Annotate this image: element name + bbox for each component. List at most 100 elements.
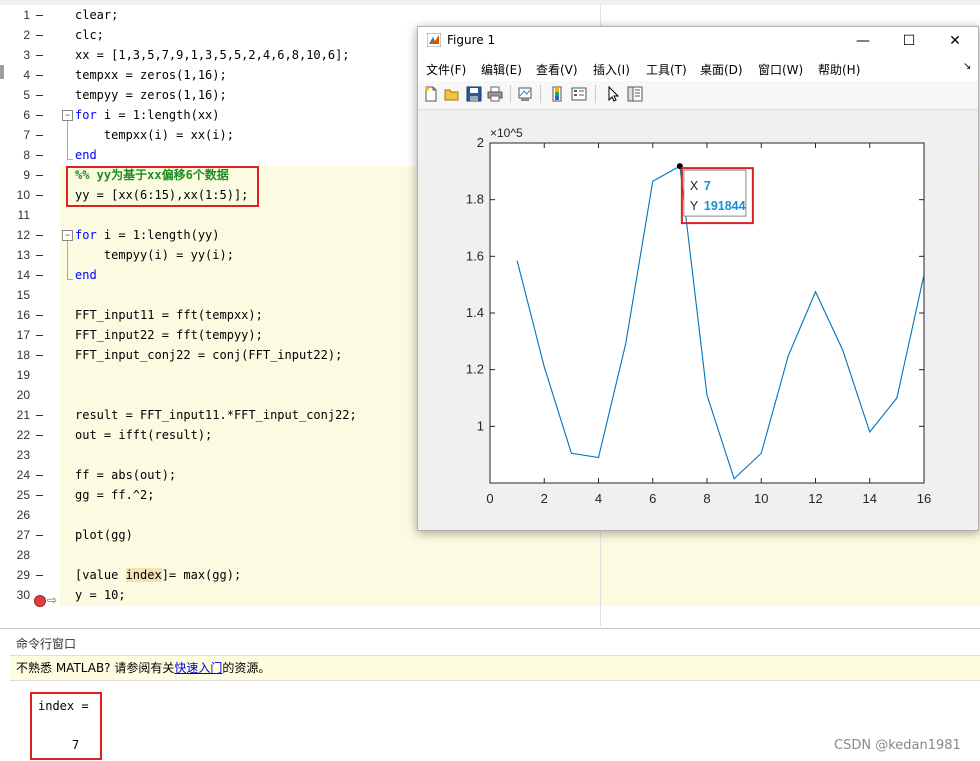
menu-view[interactable]: 查看(V)	[536, 61, 578, 78]
code-text[interactable]: y = 10;	[75, 585, 126, 605]
code-text[interactable]: xx = [1,3,5,7,9,1,3,5,5,2,4,6,8,10,6];	[75, 45, 350, 65]
property-inspector-icon[interactable]	[626, 85, 644, 103]
legend-icon[interactable]	[570, 85, 588, 103]
code-text[interactable]: ff = abs(out);	[75, 465, 176, 485]
line-number[interactable]: 30	[10, 585, 30, 605]
line-number[interactable]: 21	[10, 405, 30, 425]
code-fragment: clear;	[75, 8, 119, 22]
line-number[interactable]: 3	[10, 45, 30, 65]
menu-edit[interactable]: 编辑(E)	[481, 61, 522, 78]
code-line[interactable]: 1 clear;	[0, 5, 980, 25]
data-point[interactable]	[787, 354, 790, 357]
line-number[interactable]: 26	[10, 505, 30, 525]
menu-dock-icon[interactable]: ↘	[963, 61, 971, 72]
menu-insert[interactable]: 插入(I)	[593, 61, 630, 78]
code-text[interactable]: clear;	[75, 5, 118, 25]
line-number[interactable]: 4	[10, 65, 30, 85]
menu-window[interactable]: 窗口(W)	[758, 61, 803, 78]
line-number[interactable]: 11	[10, 205, 30, 225]
line-number[interactable]: 13	[10, 245, 30, 265]
line-number[interactable]: 25	[10, 485, 30, 505]
data-point[interactable]	[760, 452, 763, 455]
line-number[interactable]: 20	[10, 385, 30, 405]
code-text[interactable]: end	[75, 265, 97, 285]
line-number[interactable]: 1	[10, 5, 30, 25]
menu-file[interactable]: 文件(F)	[426, 61, 466, 78]
line-number[interactable]: 14	[10, 265, 30, 285]
figure-window[interactable]: Figure 1 — ☐ ✕ 文件(F) 编辑(E) 查看(V) 插入(I) 工…	[417, 26, 979, 531]
fold-toggle-icon[interactable]: −	[62, 230, 73, 241]
data-point[interactable]	[733, 477, 736, 480]
line-number[interactable]: 18	[10, 345, 30, 365]
figure-titlebar[interactable]: Figure 1 — ☐ ✕	[418, 27, 978, 55]
code-text[interactable]: tempyy = zeros(1,16);	[75, 85, 227, 105]
minimize-button[interactable]: —	[840, 27, 886, 55]
line-number[interactable]: 10	[10, 185, 30, 205]
code-text[interactable]: [value index]= max(gg);	[75, 565, 241, 585]
colorbar-icon[interactable]	[548, 85, 566, 103]
data-point[interactable]	[570, 452, 573, 455]
line-number[interactable]: 22	[10, 425, 30, 445]
code-text[interactable]: plot(gg)	[75, 525, 133, 545]
save-icon[interactable]	[465, 85, 483, 103]
line-number[interactable]: 17	[10, 325, 30, 345]
data-point[interactable]	[706, 394, 709, 397]
data-point[interactable]	[895, 397, 898, 400]
print-icon[interactable]	[486, 85, 504, 103]
menu-desktop[interactable]: 桌面(D)	[700, 61, 743, 78]
code-text[interactable]: FFT_input22 = fft(tempyy);	[75, 325, 263, 345]
data-point[interactable]	[814, 290, 817, 293]
code-text[interactable]: for i = 1:length(xx)	[75, 105, 220, 125]
maximize-button[interactable]: ☐	[886, 27, 932, 55]
menu-help[interactable]: 帮助(H)	[818, 61, 860, 78]
open-file-icon[interactable]	[443, 85, 461, 103]
link-plot-icon[interactable]	[516, 85, 534, 103]
code-line[interactable]: 29 [value index]= max(gg);	[0, 565, 980, 585]
code-text[interactable]: result = FFT_input11.*FFT_input_conj22;	[75, 405, 357, 425]
code-text[interactable]: tempxx(i) = xx(i);	[75, 125, 234, 145]
line-number[interactable]: 12	[10, 225, 30, 245]
pointer-icon[interactable]	[604, 85, 622, 103]
data-point[interactable]	[651, 180, 654, 183]
figure-canvas[interactable]: 0 2 4 6 8 10 12 14 16 1 1.2 1.4 1.6 1.8 2 ×10^5 X 7 Y 19184…	[418, 110, 978, 530]
data-point[interactable]	[516, 259, 519, 262]
fold-toggle-icon[interactable]: −	[62, 110, 73, 121]
line-number[interactable]: 19	[10, 365, 30, 385]
code-text[interactable]: tempyy(i) = yy(i);	[75, 245, 234, 265]
code-text[interactable]: FFT_input_conj22 = conj(FFT_input22);	[75, 345, 342, 365]
code-text[interactable]: FFT_input11 = fft(tempxx);	[75, 305, 263, 325]
code-line[interactable]: 30 y = 10;	[0, 585, 980, 605]
line-number[interactable]: 9	[10, 165, 30, 185]
data-point[interactable]	[597, 456, 600, 459]
line-number[interactable]: 6	[10, 105, 30, 125]
code-text[interactable]: tempxx = zeros(1,16);	[75, 65, 227, 85]
menu-tools[interactable]: 工具(T)	[646, 61, 687, 78]
line-number[interactable]: 7	[10, 125, 30, 145]
line-number[interactable]: 8	[10, 145, 30, 165]
line-number[interactable]: 15	[10, 285, 30, 305]
line-number[interactable]: 29	[10, 565, 30, 585]
line-plot[interactable]: 0 2 4 6 8 10 12 14 16 1 1.2 1.4 1.6 1.8 2 ×10^5 X 7Y 19184…	[418, 110, 978, 530]
quick-start-link[interactable]: 快速入门	[174, 661, 222, 675]
line-number[interactable]: 16	[10, 305, 30, 325]
line-number[interactable]: 2	[10, 25, 30, 45]
data-point[interactable]	[868, 431, 871, 434]
code-text[interactable]: end	[75, 145, 97, 165]
line-number[interactable]: 24	[10, 465, 30, 485]
data-point[interactable]	[624, 343, 627, 346]
line-number[interactable]: 27	[10, 525, 30, 545]
code-text[interactable]: for i = 1:length(yy)	[75, 225, 220, 245]
breakpoint-icon[interactable]	[34, 595, 46, 607]
line-number[interactable]: 5	[10, 85, 30, 105]
close-button[interactable]: ✕	[932, 27, 978, 55]
data-point[interactable]	[923, 273, 926, 276]
line-number[interactable]: 28	[10, 545, 30, 565]
code-text[interactable]: gg = ff.^2;	[75, 485, 154, 505]
line-number[interactable]: 23	[10, 445, 30, 465]
code-line[interactable]: 28	[0, 545, 980, 565]
data-point[interactable]	[841, 348, 844, 351]
code-text[interactable]: out = ifft(result);	[75, 425, 212, 445]
data-point[interactable]	[543, 365, 546, 368]
code-text[interactable]: clc;	[75, 25, 104, 45]
new-figure-icon[interactable]	[422, 85, 440, 103]
